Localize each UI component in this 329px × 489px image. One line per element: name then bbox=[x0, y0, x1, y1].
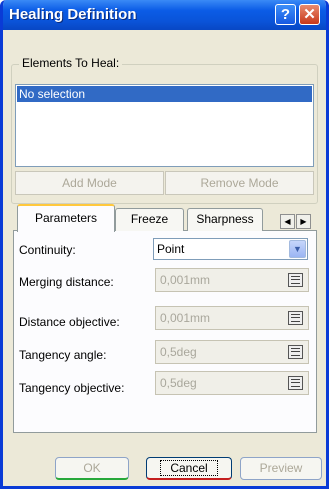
cancel-button[interactable]: Cancel bbox=[146, 457, 232, 480]
ok-button[interactable]: OK bbox=[55, 457, 129, 480]
tangency-objective-field[interactable]: 0,5deg bbox=[155, 371, 309, 395]
list-item[interactable]: No selection bbox=[17, 86, 312, 102]
parameters-panel bbox=[13, 230, 317, 433]
window-title: Healing Definition bbox=[9, 6, 137, 23]
remove-mode-button[interactable]: Remove Mode bbox=[165, 171, 314, 195]
tangency-angle-value: 0,5deg bbox=[160, 345, 197, 359]
spinner-icon[interactable] bbox=[288, 311, 303, 325]
continuity-label: Continuity: bbox=[19, 243, 76, 257]
elements-to-heal-label: Elements To Heal: bbox=[19, 56, 123, 70]
spinner-icon[interactable] bbox=[288, 273, 303, 287]
elements-list[interactable]: No selection bbox=[15, 84, 314, 167]
spinner-icon[interactable] bbox=[288, 376, 303, 390]
add-mode-button[interactable]: Add Mode bbox=[15, 171, 164, 195]
distance-objective-label: Distance objective: bbox=[19, 315, 120, 329]
tangency-objective-value: 0,5deg bbox=[160, 376, 197, 390]
help-icon[interactable]: ? bbox=[275, 4, 296, 25]
chevron-down-icon[interactable]: ▼ bbox=[289, 240, 306, 258]
merging-distance-value: 0,001mm bbox=[160, 273, 211, 287]
healing-definition-dialog: Healing Definition ? ✕ Elements To Heal:… bbox=[0, 0, 329, 489]
cancel-button-label: Cancel bbox=[160, 460, 218, 476]
preview-button[interactable]: Preview bbox=[240, 457, 322, 480]
merging-distance-field[interactable]: 0,001mm bbox=[155, 268, 309, 292]
tangency-objective-label: Tangency objective: bbox=[19, 381, 125, 395]
merging-distance-label: Merging distance: bbox=[19, 275, 114, 289]
tangency-angle-field[interactable]: 0,5deg bbox=[155, 340, 309, 364]
tab-freeze[interactable]: Freeze bbox=[115, 208, 184, 231]
tab-sharpness[interactable]: Sharpness bbox=[187, 208, 263, 231]
continuity-value: Point bbox=[157, 242, 185, 256]
tab-parameters[interactable]: Parameters bbox=[17, 204, 115, 232]
tab-scroll-left-icon[interactable]: ◀ bbox=[280, 214, 295, 229]
continuity-select[interactable]: Point ▼ bbox=[153, 238, 308, 260]
distance-objective-value: 0,001mm bbox=[160, 311, 211, 325]
tab-scroll-right-icon[interactable]: ▶ bbox=[296, 214, 311, 229]
distance-objective-field[interactable]: 0,001mm bbox=[155, 306, 309, 330]
tangency-angle-label: Tangency angle: bbox=[19, 348, 107, 362]
spinner-icon[interactable] bbox=[288, 345, 303, 359]
title-bar[interactable]: Healing Definition ? ✕ bbox=[3, 0, 326, 30]
close-icon[interactable]: ✕ bbox=[299, 4, 320, 25]
